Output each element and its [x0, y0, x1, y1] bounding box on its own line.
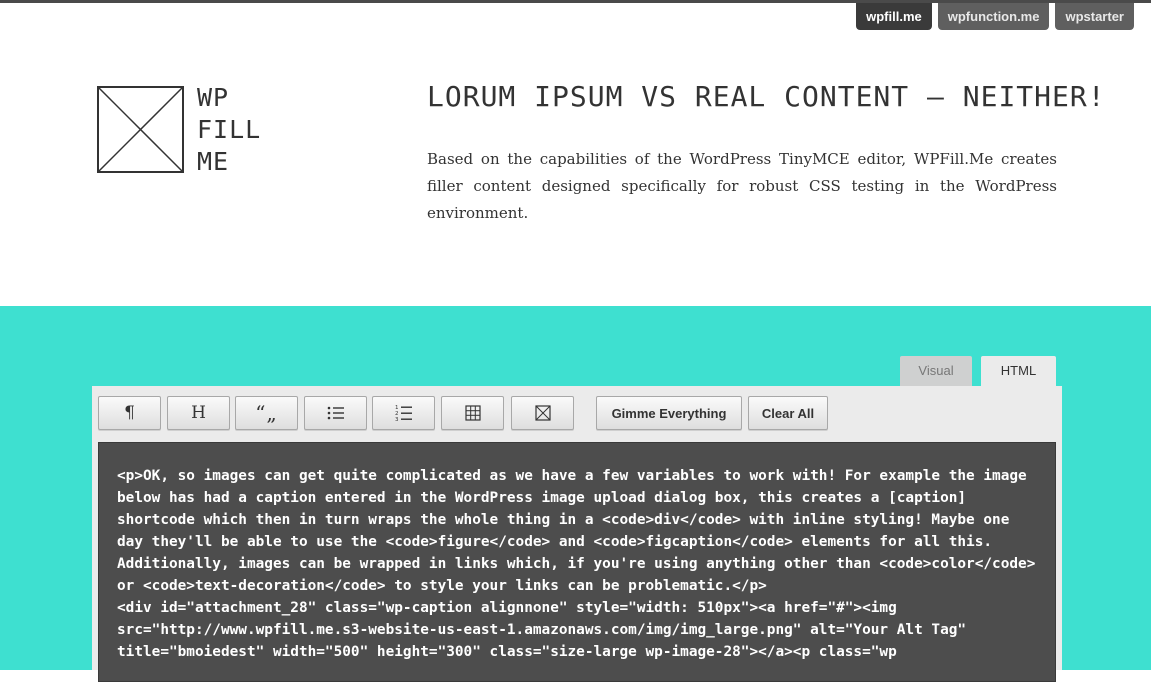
image-placeholder-icon — [534, 405, 551, 421]
editor-panel: ¶ H “„ 1 2 3 Gimme Everything Clear All … — [92, 386, 1062, 682]
paragraph-icon: ¶ — [124, 403, 135, 423]
tab-visual[interactable]: Visual — [900, 356, 972, 386]
gimme-everything-button[interactable]: Gimme Everything — [596, 396, 742, 430]
site-link-wpfill[interactable]: wpfill.me — [856, 3, 932, 30]
editor-tabs: Visual HTML — [900, 356, 1056, 386]
logo-line: ME — [197, 147, 230, 176]
intro-text: Based on the capabilities of the WordPre… — [427, 150, 1057, 222]
ordered-list-button[interactable]: 1 2 3 — [372, 396, 435, 430]
heading-icon: H — [191, 403, 206, 423]
html-source-textarea[interactable]: <p>OK, so images can get quite complicat… — [98, 442, 1056, 682]
site-link-wpstarter[interactable]: wpstarter — [1055, 3, 1134, 30]
image-placeholder-icon — [97, 86, 184, 173]
site-network-nav: wpfill.me wpfunction.me wpstarter — [856, 3, 1134, 30]
logo-wordmark: WP FILL ME — [197, 82, 317, 178]
unordered-list-icon — [327, 406, 344, 420]
site-link-wpfunction[interactable]: wpfunction.me — [937, 3, 1050, 30]
logo-line: WP — [197, 83, 230, 112]
table-button[interactable] — [441, 396, 504, 430]
blockquote-button[interactable]: “„ — [235, 396, 298, 430]
quote-icon: “„ — [255, 401, 278, 425]
clear-all-button[interactable]: Clear All — [748, 396, 828, 430]
unordered-list-button[interactable] — [304, 396, 367, 430]
logo-line: FILL — [197, 115, 262, 144]
table-icon — [464, 405, 481, 421]
page-title: LORUM IPSUM VS REAL CONTENT — NEITHER! — [427, 80, 1106, 113]
image-button[interactable] — [511, 396, 574, 430]
paragraph-button[interactable]: ¶ — [98, 396, 161, 430]
tab-html[interactable]: HTML — [981, 356, 1056, 386]
heading-button[interactable]: H — [167, 396, 230, 430]
ordered-list-icon: 1 2 3 — [395, 405, 412, 422]
svg-text:3: 3 — [395, 417, 399, 422]
